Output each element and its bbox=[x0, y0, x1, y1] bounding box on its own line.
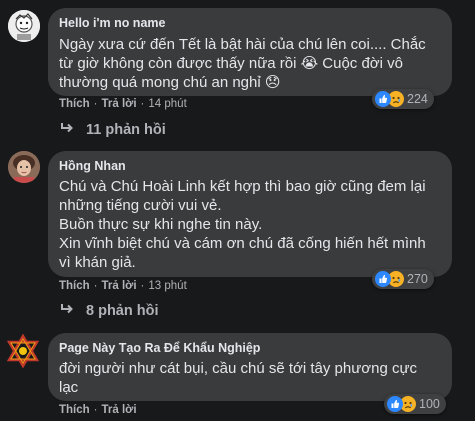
like-button[interactable]: Thích bbox=[59, 280, 90, 292]
separator-dot: · bbox=[93, 280, 98, 292]
comment-author[interactable]: Hồng Nhan bbox=[59, 159, 126, 173]
avatar-image bbox=[8, 10, 40, 42]
reaction-count: 100 bbox=[419, 397, 440, 411]
comment-text-line: Xin vĩnh biệt chú và cám ơn chú đã cống … bbox=[59, 235, 426, 252]
replies-count-label[interactable]: 11 phản hồi bbox=[86, 122, 166, 138]
view-replies-link[interactable]: 11 phản hồi bbox=[60, 122, 166, 138]
comment-text-line: từ giờ không còn được thấy nữa rồi 😭 Cuộ… bbox=[59, 55, 403, 72]
like-icon bbox=[375, 91, 391, 107]
like-button[interactable]: Thích bbox=[59, 98, 90, 110]
comment-text-line: lạc bbox=[59, 379, 79, 396]
comment-actions: Thích · Trả lời · 13 phút bbox=[59, 280, 187, 292]
reply-button[interactable]: Trả lời bbox=[102, 404, 137, 416]
like-icon bbox=[375, 271, 391, 287]
reply-arrow-icon bbox=[60, 122, 74, 138]
separator-dot: · bbox=[140, 280, 145, 292]
comment-timestamp[interactable]: 13 phút bbox=[148, 280, 186, 292]
reply-arrow-icon bbox=[60, 303, 74, 319]
avatar-image bbox=[8, 151, 40, 183]
comment-actions: Thích · Trả lời · 14 phút bbox=[59, 98, 187, 110]
replies-count-label[interactable]: 8 phản hồi bbox=[86, 303, 159, 319]
comment-text-line: những tiếng cười vui vẻ. bbox=[59, 197, 222, 214]
comment-text-line: Buồn thực sự khi nghe tin này. bbox=[59, 216, 263, 233]
reaction-summary[interactable]: 270 bbox=[372, 269, 434, 289]
reply-button[interactable]: Trả lời bbox=[102, 98, 137, 110]
reaction-count: 270 bbox=[407, 272, 428, 286]
avatar[interactable] bbox=[6, 334, 40, 368]
comment-bubble: Page Này Tạo Ra Để Khẩu Nghiệp đời người… bbox=[48, 333, 452, 401]
comment-text-line: đời người như cát bụi, cầu chú sẽ tới tâ… bbox=[59, 360, 418, 377]
comment-text-line: Ngày xưa cứ đến Tết là bật hài của chú l… bbox=[59, 36, 426, 53]
hexagram-logo-icon bbox=[6, 334, 40, 368]
comment-bubble: Hello i'm no name Ngày xưa cứ đến Tết là… bbox=[48, 8, 452, 96]
like-button[interactable]: Thích bbox=[59, 404, 90, 416]
separator-dot: · bbox=[93, 98, 98, 110]
comment-text-line: thường quá mong chú an nghỉ 😞 bbox=[59, 74, 281, 91]
reaction-count: 224 bbox=[407, 92, 428, 106]
separator-dot: · bbox=[140, 98, 145, 110]
comment-author[interactable]: Page Này Tạo Ra Để Khẩu Nghiệp bbox=[59, 341, 260, 355]
reply-button[interactable]: Trả lời bbox=[102, 280, 137, 292]
reaction-summary[interactable]: 224 bbox=[372, 89, 434, 109]
separator-dot: · bbox=[93, 404, 98, 416]
comment-timestamp[interactable]: 14 phút bbox=[148, 98, 186, 110]
view-replies-link[interactable]: 8 phản hồi bbox=[60, 303, 159, 319]
comment-actions: Thích · Trả lời bbox=[59, 404, 137, 416]
avatar[interactable] bbox=[8, 10, 40, 42]
comment-text-line: Chú và Chú Hoài Linh kết hợp thì bao giờ… bbox=[59, 178, 426, 195]
avatar[interactable] bbox=[8, 151, 40, 183]
comment-author[interactable]: Hello i'm no name bbox=[59, 16, 165, 30]
reaction-summary[interactable]: 100 bbox=[384, 394, 446, 414]
comment-text-line: vì khán giả. bbox=[59, 254, 136, 271]
like-icon bbox=[387, 396, 403, 412]
comment-bubble: Hồng Nhan Chú và Chú Hoài Linh kết hợp t… bbox=[48, 151, 452, 277]
